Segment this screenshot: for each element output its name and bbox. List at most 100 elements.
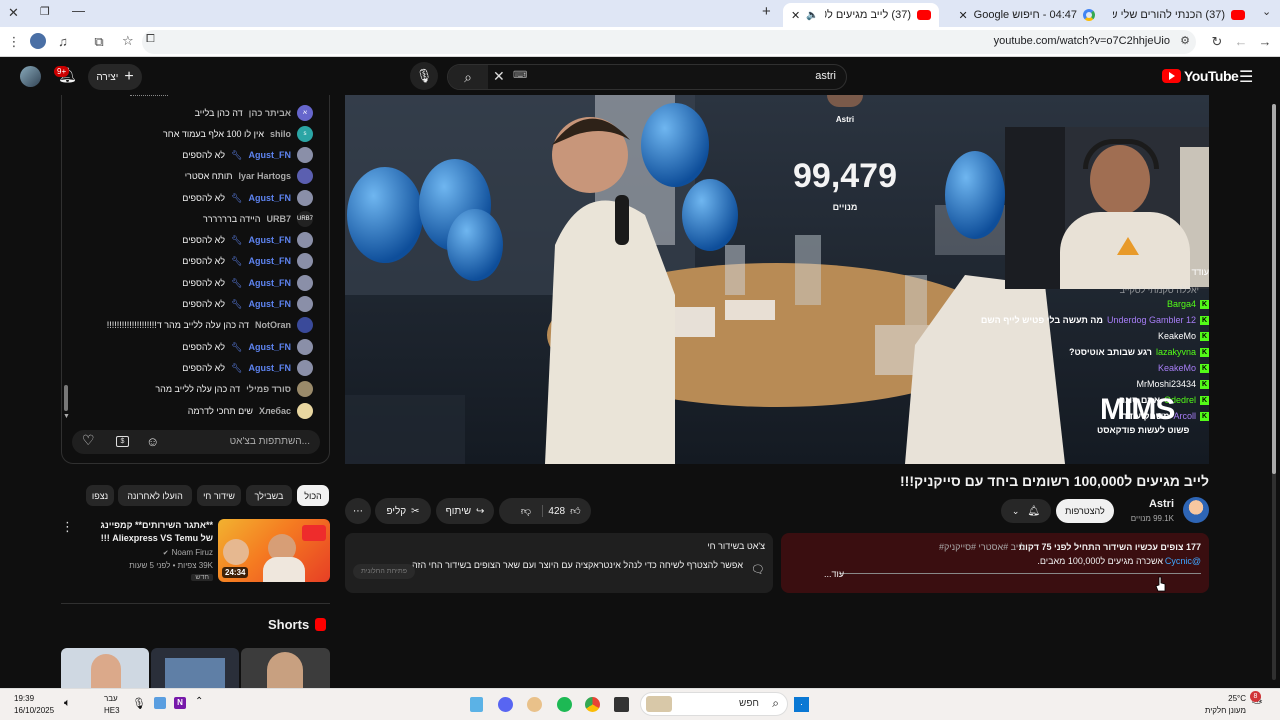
back-icon[interactable]: → — [1256, 33, 1274, 51]
weather-temp[interactable]: 25°C — [1228, 694, 1246, 703]
discord-icon[interactable] — [498, 697, 513, 712]
tray-app-icon[interactable] — [154, 697, 166, 709]
chat-author-name[interactable]: Iyar Hartogs — [238, 171, 291, 181]
chat-author-name[interactable]: Agust_FN — [249, 363, 292, 373]
close-tab-icon[interactable]: ✕ — [791, 9, 800, 22]
close-window-icon[interactable]: ✕ — [8, 5, 19, 21]
restore-window-icon[interactable]: ❐ — [40, 5, 50, 18]
forward-icon[interactable]: ← — [1232, 33, 1250, 51]
terminal-icon[interactable] — [614, 697, 629, 712]
chat-author-avatar[interactable] — [297, 275, 313, 291]
chat-author-name[interactable]: shilo — [270, 129, 291, 139]
chat-author-avatar[interactable]: א — [297, 105, 313, 121]
dislike-button[interactable]: 👎︎ — [509, 505, 544, 517]
heart-icon[interactable]: ♡ — [82, 432, 95, 449]
notifications-dropdown[interactable]: ⌄ 🔔︎ — [1001, 499, 1051, 523]
tab-parents-video[interactable]: (37) הכנתי להורים שלי שלוש מ — [1105, 3, 1253, 27]
speaker-icon[interactable]: 🔈︎ — [64, 697, 71, 710]
taskbar-lang-code[interactable]: HE3 — [104, 706, 120, 715]
show-hidden-icons[interactable]: ⌃ — [195, 696, 203, 707]
related-video-item[interactable]: 24:34 **אתגר השירותים** קמפיינג של Aliex… — [61, 519, 330, 583]
windows-start-icon[interactable] — [794, 697, 809, 712]
share-button[interactable]: שיתוף ↪ — [436, 498, 494, 524]
site-info-icon[interactable]: ⚙ — [1180, 34, 1190, 47]
chrome-icon[interactable] — [585, 697, 600, 712]
subscribe-button[interactable]: להצטרפות — [1056, 499, 1114, 523]
tab-google-search[interactable]: 04:47 - חיפוש Google ✕ — [945, 3, 1103, 27]
chat-scrollbar[interactable] — [64, 385, 68, 411]
tab-search-icon[interactable]: ⌄ — [1262, 5, 1271, 18]
emoji-icon[interactable]: ☺ — [146, 434, 159, 449]
chat-input[interactable]: השתתפות בצ'אט... — [72, 430, 320, 454]
chat-author-avatar[interactable] — [297, 190, 313, 206]
chat-author-avatar[interactable] — [297, 232, 313, 248]
search-box[interactable]: astri ⌨ ✕ — [447, 64, 847, 90]
short-thumbnail[interactable] — [61, 648, 149, 688]
description-box[interactable]: 177 צופים עכשיו השידור התחיל לפני 75 דקו… — [781, 533, 1209, 593]
chat-author-name[interactable]: Agust_FN — [249, 299, 292, 309]
chat-author-avatar[interactable] — [297, 360, 313, 376]
video-player[interactable]: Astri 99,479 מנויים יאללה סקמתי לסקייב K… — [345, 95, 1209, 464]
menu-dots-icon[interactable]: ⋮ — [5, 33, 23, 51]
like-button[interactable]: 👍︎ — [570, 505, 580, 517]
spotify-icon[interactable] — [557, 697, 572, 712]
taskbar-search[interactable]: חפש ⌕ — [640, 692, 788, 716]
reload-icon[interactable]: ↻ — [1208, 33, 1226, 51]
extensions-icon[interactable]: ⧉ — [90, 33, 108, 51]
keyboard-icon[interactable]: ⌨ — [513, 70, 527, 81]
tab-livestream[interactable]: (37) לייב מגיעים ל100,000 ר 🔈 ✕ — [783, 3, 939, 27]
short-thumbnail[interactable] — [241, 648, 330, 688]
chat-author-name[interactable]: Agust_FN — [249, 193, 292, 203]
onenote-icon[interactable]: N — [174, 697, 186, 709]
filter-chip[interactable]: הכול — [297, 485, 329, 506]
taskbar-lang[interactable]: עבר — [104, 694, 118, 703]
filter-chip[interactable]: בשבילך — [246, 485, 292, 506]
super-chat-icon[interactable]: $ — [116, 436, 129, 447]
chat-author-name[interactable]: NotOran — [255, 320, 291, 330]
media-control-icon[interactable]: ♫ — [54, 33, 72, 51]
chat-author-name[interactable]: Agust_FN — [249, 150, 292, 160]
notepad-icon[interactable] — [470, 697, 483, 712]
chat-author-avatar[interactable] — [297, 403, 313, 419]
search-input[interactable]: astri — [815, 70, 836, 82]
bookmark-star-icon[interactable]: ☆ — [122, 33, 134, 49]
related-video-thumbnail[interactable]: 24:34 — [218, 519, 330, 582]
filter-chip[interactable]: שידור חי — [197, 485, 241, 506]
chat-author-name[interactable]: URB7 — [266, 214, 291, 224]
search-button[interactable]: ⌕ — [448, 65, 488, 89]
close-tab-icon[interactable]: ✕ — [958, 9, 967, 22]
chat-author-avatar[interactable] — [297, 168, 313, 184]
profile-avatar-icon[interactable] — [29, 33, 47, 51]
description-mention[interactable]: @Cycnic — [1165, 556, 1201, 566]
chat-author-name[interactable]: סורד פמילי — [246, 384, 291, 394]
create-button[interactable]: יצירה + — [88, 64, 142, 90]
app-icon[interactable] — [527, 697, 542, 712]
minimize-window-icon[interactable]: — — [72, 3, 85, 18]
chat-author-avatar[interactable] — [297, 317, 313, 333]
chat-author-avatar[interactable] — [297, 296, 313, 312]
address-bar[interactable]: ☆ ⧠ youtube.com/watch?v=o7C2hhjeUio ⚙ — [122, 30, 1196, 54]
chat-author-avatar[interactable] — [297, 147, 313, 163]
chat-author-avatar[interactable] — [297, 381, 313, 397]
chat-author-name[interactable]: Agust_FN — [249, 278, 292, 288]
chat-author-name[interactable]: Agust_FN — [249, 235, 292, 245]
chat-author-name[interactable]: Хлебас — [259, 406, 291, 416]
mute-tab-icon[interactable]: 🔈 — [806, 10, 818, 21]
mic-icon[interactable]: 🎙︎ — [132, 697, 146, 710]
more-actions-button[interactable]: ⋯ — [345, 498, 371, 524]
voice-search-button[interactable]: 🎙︎ — [410, 62, 438, 90]
chat-author-name[interactable]: אביתר כהן — [249, 108, 291, 118]
new-tab-icon[interactable]: + — [762, 3, 771, 20]
short-thumbnail[interactable] — [151, 648, 239, 688]
open-panel-button[interactable]: פתיחת החלונית — [353, 564, 415, 579]
chat-author-name[interactable]: Agust_FN — [249, 256, 292, 266]
account-avatar[interactable] — [20, 66, 41, 87]
scroll-down-arrow-icon[interactable]: ▼ — [63, 413, 70, 420]
related-more-icon[interactable]: ⋮ — [61, 519, 74, 535]
chat-author-avatar[interactable] — [297, 339, 313, 355]
clear-search-icon[interactable]: ✕ — [493, 68, 505, 85]
clip-button[interactable]: קליפ ✂ — [375, 498, 431, 524]
chat-author-name[interactable]: Agust_FN — [249, 342, 292, 352]
chat-author-avatar[interactable]: URB7 — [297, 211, 313, 227]
install-app-icon[interactable]: ⧠ — [146, 33, 155, 46]
